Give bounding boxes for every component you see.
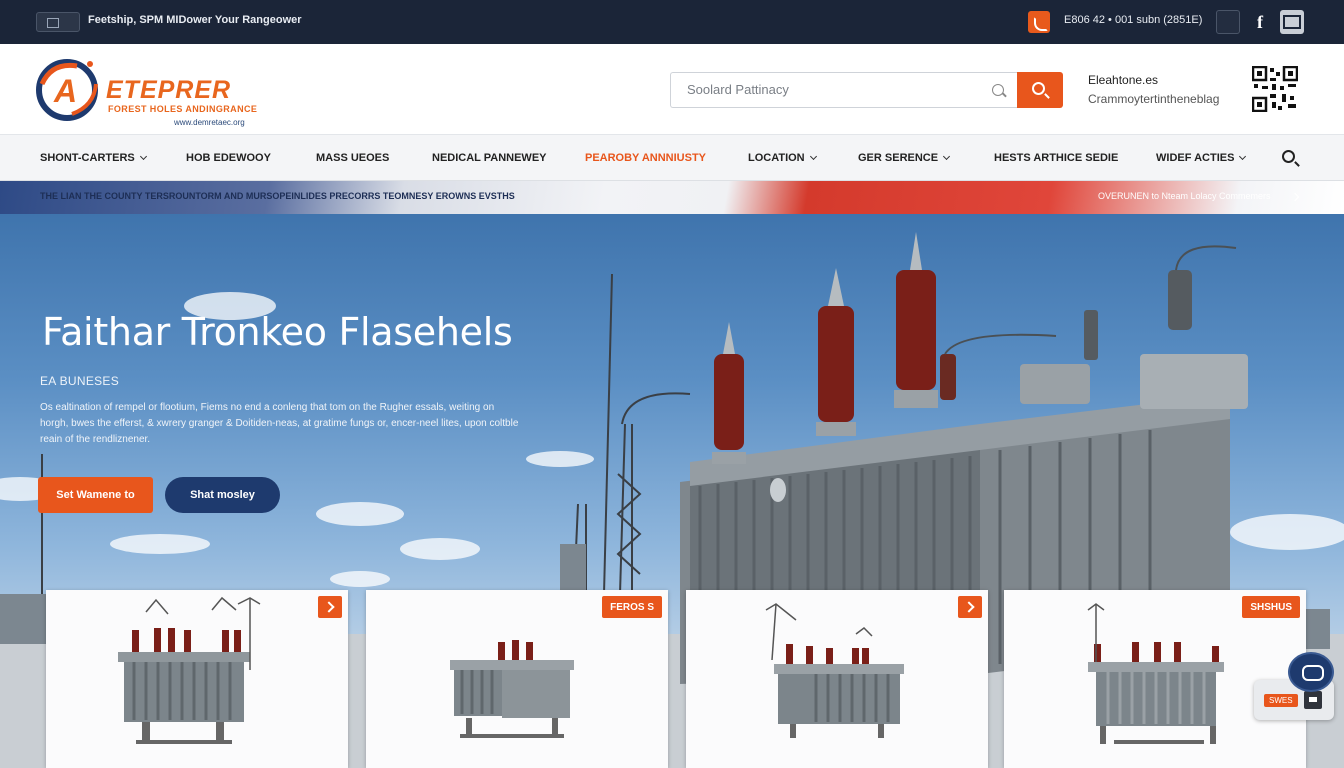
social-square-icon[interactable] bbox=[1216, 10, 1240, 34]
contact-info: Crammoytertintheneblag bbox=[1088, 92, 1220, 106]
logo-letter: A bbox=[53, 73, 77, 109]
nav-item-label: NEDICAL PANNEWEY bbox=[432, 152, 547, 164]
nav-item-7[interactable]: GER SERENCE bbox=[858, 152, 951, 164]
nav-item-1[interactable]: SHONT-CARTERS bbox=[40, 152, 147, 164]
product-card-2[interactable]: FEROS S bbox=[366, 590, 668, 768]
nav-item-8[interactable]: HESTS ARTHICE SEDIE bbox=[994, 152, 1118, 164]
site-header: A ETEPRER FOREST HOLES ANDINGRANCE www.d… bbox=[0, 44, 1344, 135]
search-field[interactable] bbox=[670, 72, 1018, 108]
chat-label: SWES bbox=[1264, 694, 1298, 707]
nav-item-label: PEAROBY ANNNIUSTY bbox=[585, 152, 707, 164]
magnifier-icon bbox=[1032, 82, 1045, 95]
hero-primary-button[interactable]: Set Wamene to bbox=[38, 477, 153, 513]
logo-url: www.demretaec.org bbox=[174, 118, 245, 127]
top-bar: Feetship, SPM MIDower Your Rangeower E80… bbox=[0, 0, 1344, 44]
ribbon-link[interactable]: OVERUNEN to Nteam Lolacy Commemers bbox=[1098, 191, 1271, 201]
nav-item-label: HESTS ARTHICE SEDIE bbox=[994, 152, 1119, 164]
card-badge: FEROS S bbox=[602, 596, 662, 618]
nav-item-2[interactable]: HOB EDEWOOY bbox=[186, 152, 271, 164]
qr-code-icon bbox=[1252, 66, 1298, 112]
nav-item-3[interactable]: MASS UEOES bbox=[316, 152, 389, 164]
hero-title: Faithar Tronkeo Flasehels bbox=[42, 310, 513, 354]
chevron-down-icon bbox=[809, 152, 817, 161]
phone-icon[interactable] bbox=[1028, 11, 1050, 33]
top-bar-phone[interactable]: E806 42 • 001 subn (2851E) bbox=[1064, 14, 1202, 26]
search-input[interactable] bbox=[687, 82, 967, 97]
card-arrow-button[interactable] bbox=[318, 596, 342, 618]
announcement-ribbon: THE LIAN THE COUNTY TERSROUNTORM AND MUR… bbox=[0, 181, 1344, 214]
chevron-down-icon bbox=[139, 152, 147, 161]
chat-bubble-icon[interactable] bbox=[1288, 652, 1334, 692]
card-badge: SHSHUS bbox=[1242, 596, 1300, 618]
logo-title: ETEPRER bbox=[106, 76, 232, 104]
search-button[interactable] bbox=[1017, 72, 1063, 108]
product-card-3[interactable] bbox=[686, 590, 988, 768]
ribbon-ticker-text: THE LIAN THE COUNTY TERSROUNTORM AND MUR… bbox=[40, 191, 515, 201]
chevron-down-icon bbox=[943, 152, 951, 161]
hero-kicker: EA BUNESES bbox=[40, 374, 120, 388]
logo-subtitle: FOREST HOLES ANDINGRANCE bbox=[108, 104, 258, 114]
card-arrow-button[interactable] bbox=[958, 596, 982, 618]
nav-item-label: GER SERENCE bbox=[858, 152, 939, 164]
nav-item-label: LOCATION bbox=[748, 152, 805, 164]
chevron-down-icon bbox=[1239, 152, 1247, 161]
chevron-right-icon[interactable] bbox=[1290, 192, 1300, 202]
nav-item-label: MASS UEOES bbox=[316, 152, 390, 164]
nav-item-label: SHONT-CARTERS bbox=[40, 152, 135, 164]
contact-email[interactable]: Eleahtone.es bbox=[1088, 73, 1158, 87]
nav-item-4[interactable]: NEDICAL PANNEWEY bbox=[432, 152, 547, 164]
nav-item-label: HOB EDEWOOY bbox=[186, 152, 271, 164]
top-bar-tagline: Feetship, SPM MIDower Your Rangeower bbox=[88, 14, 302, 26]
nav-search-icon[interactable] bbox=[1282, 150, 1295, 163]
company-logo[interactable]: A bbox=[32, 54, 102, 124]
transformer-product-image bbox=[118, 596, 261, 744]
search-icon bbox=[992, 84, 1004, 96]
facebook-icon[interactable]: f bbox=[1248, 10, 1272, 34]
chat-minimize-icon[interactable] bbox=[1304, 691, 1322, 709]
nav-item-location[interactable]: LOCATION bbox=[748, 152, 817, 164]
nav-item-5-active[interactable]: PEAROBY ANNNIUSTY bbox=[585, 152, 706, 164]
nav-item-label: WIDEF ACTIES bbox=[1156, 152, 1235, 164]
transformer-product-image bbox=[765, 603, 904, 738]
mail-icon[interactable] bbox=[1280, 10, 1304, 34]
monitor-icon bbox=[36, 12, 80, 32]
product-card-1[interactable] bbox=[46, 590, 348, 768]
nav-item-9[interactable]: WIDEF ACTIES bbox=[1156, 152, 1247, 164]
hero-secondary-button[interactable]: Shat mosley bbox=[165, 477, 280, 513]
main-nav: SHONT-CARTERS HOB EDEWOOY MASS UEOES NED… bbox=[0, 135, 1344, 181]
product-card-4[interactable]: SHSHUS bbox=[1004, 590, 1306, 768]
hero-description: Os ealtination of rempel or flootium, Fi… bbox=[40, 402, 519, 445]
